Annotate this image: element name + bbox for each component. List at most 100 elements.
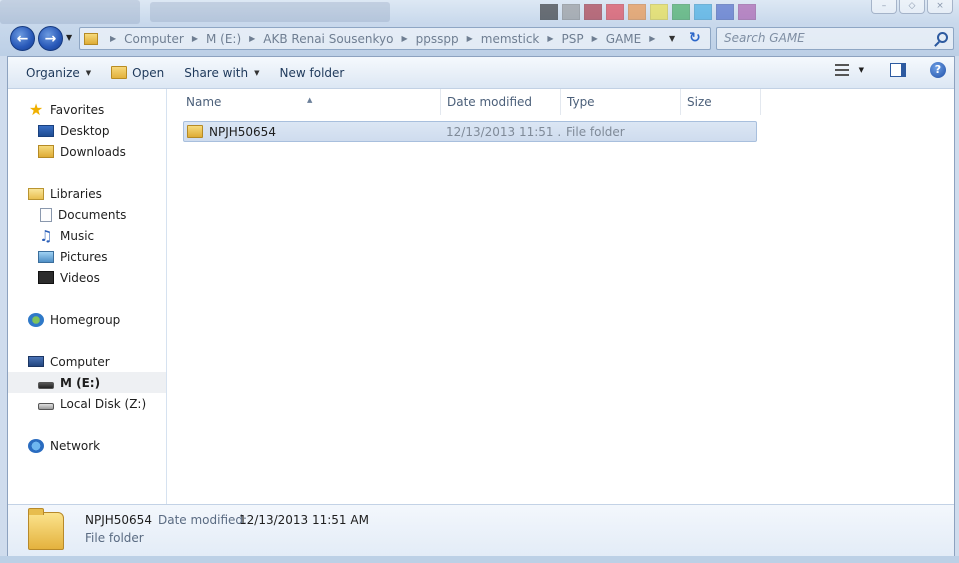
music-note-icon: ♫ [39, 226, 53, 245]
breadcrumb-computer[interactable]: Computer ▶ [124, 32, 206, 46]
nav-label: M (E:) [60, 375, 101, 390]
background-window-blur [0, 0, 140, 24]
file-list: ▲ Name Date modified Type Size NPJH50654… [168, 89, 954, 504]
nav-local-disk[interactable]: Local Disk (Z:) [8, 393, 166, 414]
search-placeholder: Search GAME [724, 31, 805, 45]
forward-button[interactable]: → [38, 26, 63, 51]
nav-label: Computer [50, 354, 110, 369]
background-window-blur [150, 2, 390, 22]
details-pane: NPJH50654 Date modified: 12/13/2013 11:5… [8, 504, 954, 556]
nav-label: Downloads [60, 144, 126, 159]
breadcrumb-psp[interactable]: PSP ▶ [562, 32, 606, 46]
arrow-right-icon: → [44, 30, 57, 47]
window-controls: – ◇ × [871, 0, 953, 14]
nav-pictures[interactable]: Pictures [8, 246, 166, 267]
help-icon[interactable]: ? [930, 62, 946, 78]
sort-ascending-icon: ▲ [307, 96, 313, 104]
chevron-down-icon: ▼ [85, 68, 92, 77]
nav-label: Music [60, 228, 95, 243]
desktop-icon [38, 124, 54, 137]
share-with-button[interactable]: Share with ▼ [174, 62, 269, 84]
libraries-icon [28, 187, 44, 200]
nav-label: Network [50, 438, 101, 453]
command-bar: Organize ▼ Open Share with ▼ New folder … [8, 57, 954, 89]
nav-favorites[interactable]: ★ Favorites [8, 99, 166, 120]
maximize-button[interactable]: ◇ [899, 0, 925, 14]
column-header-date-modified[interactable]: Date modified [441, 89, 561, 115]
details-date-value: 12/13/2013 11:51 AM [239, 513, 369, 527]
homegroup-icon [28, 312, 44, 327]
organize-label: Organize [26, 65, 80, 80]
breadcrumb-game[interactable]: GAME ▶ [606, 32, 664, 46]
search-icon[interactable] [937, 32, 948, 43]
view-controls: ▼ ? [834, 62, 946, 78]
nav-network[interactable]: Network [8, 435, 166, 456]
column-header-size[interactable]: Size [681, 89, 761, 115]
breadcrumb-label: PSP [561, 31, 584, 46]
nav-label: Documents [58, 207, 127, 222]
change-view-button[interactable]: ▼ [834, 64, 864, 76]
address-history-dropdown[interactable]: ▼ [669, 34, 675, 43]
column-header-name[interactable]: ▲ Name [168, 89, 441, 115]
nav-music[interactable]: ♫ Music [8, 225, 166, 246]
nav-videos[interactable]: Videos [8, 267, 166, 288]
nav-libraries[interactable]: Libraries [8, 183, 166, 204]
folder-icon [84, 32, 98, 45]
explorer-window: Organize ▼ Open Share with ▼ New folder … [7, 56, 955, 556]
close-button[interactable]: × [927, 0, 953, 14]
address-bar[interactable]: ▶ Computer ▶ M (E:) ▶ AKB Renai Sousenkyo ▶… [79, 27, 711, 50]
file-name-cell: NPJH50654 [184, 125, 441, 139]
column-label: Name [186, 95, 222, 109]
chevron-down-icon: ▼ [858, 66, 864, 74]
breadcrumb-label: GAME [605, 31, 642, 46]
nav-label: Local Disk (Z:) [60, 396, 147, 411]
nav-homegroup[interactable]: Homegroup [8, 309, 166, 330]
breadcrumb-separator[interactable]: ▶ [102, 34, 124, 43]
breadcrumb-ppsspp[interactable]: ppsspp ▶ [416, 32, 481, 46]
nav-label: Favorites [50, 102, 105, 117]
organize-button[interactable]: Organize ▼ [16, 62, 101, 84]
preview-pane-icon[interactable] [890, 63, 906, 77]
breadcrumb-label: AKB Renai Sousenkyo [263, 31, 394, 46]
open-button[interactable]: Open [101, 62, 174, 84]
chevron-down-icon: ▼ [254, 68, 260, 77]
nav-label: Desktop [60, 123, 110, 138]
nav-downloads[interactable]: Downloads [8, 141, 166, 162]
nav-label: Libraries [50, 186, 102, 201]
file-name: NPJH50654 [209, 124, 276, 139]
minimize-button[interactable]: – [871, 0, 897, 14]
recent-pages-dropdown[interactable]: ▼ [66, 33, 72, 42]
column-header-type[interactable]: Type [561, 89, 681, 115]
breadcrumb-akb[interactable]: AKB Renai Sousenkyo ▶ [263, 32, 415, 46]
breadcrumb-memstick[interactable]: memstick ▶ [481, 32, 562, 46]
breadcrumb-label: memstick [480, 31, 540, 46]
details-name: NPJH50654 [85, 513, 152, 527]
file-type: File folder [566, 124, 625, 139]
back-button[interactable]: ← [10, 26, 35, 51]
column-label: Type [567, 95, 595, 109]
breadcrumb-label: ppsspp [415, 31, 459, 46]
file-row[interactable]: NPJH50654 12/13/2013 11:51 ... File fold… [183, 121, 757, 142]
arrow-left-icon: ← [16, 30, 29, 47]
nav-label: Pictures [60, 249, 108, 264]
nav-computer[interactable]: Computer [8, 351, 166, 372]
new-folder-button[interactable]: New folder [270, 62, 355, 84]
column-label: Date modified [447, 95, 533, 109]
title-bar: – ◇ × ← → ▼ ▶ Computer ▶ M (E:) ▶ AKB Rena… [0, 0, 959, 56]
breadcrumb-drive-m[interactable]: M (E:) ▶ [206, 32, 263, 46]
folder-icon [28, 508, 64, 550]
nav-documents[interactable]: Documents [8, 204, 166, 225]
refresh-icon[interactable]: ↻ [689, 30, 701, 46]
taskbar-edge [0, 556, 959, 563]
drive-icon [38, 381, 54, 389]
computer-icon [28, 356, 44, 367]
new-folder-label: New folder [279, 65, 345, 80]
column-label: Size [687, 95, 712, 109]
search-input[interactable]: Search GAME [716, 27, 954, 50]
nav-desktop[interactable]: Desktop [8, 120, 166, 141]
nav-drive-m[interactable]: M (E:) [8, 372, 166, 393]
